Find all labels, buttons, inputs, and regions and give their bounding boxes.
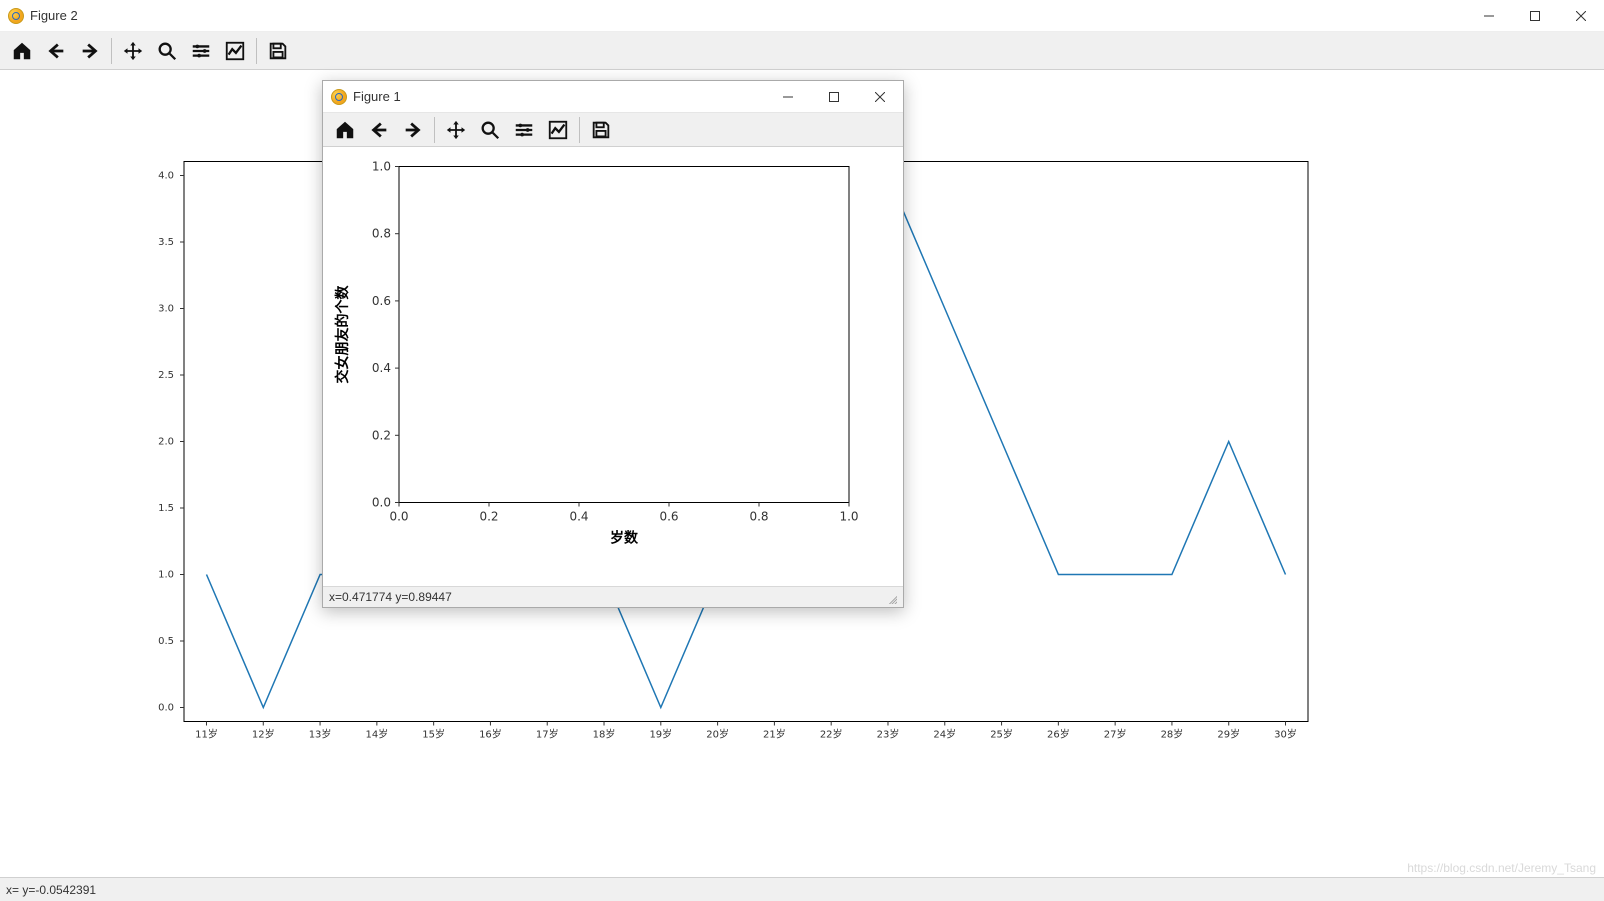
svg-text:23岁: 23岁 — [877, 728, 900, 741]
svg-text:0.4: 0.4 — [569, 510, 588, 524]
main-titlebar: Figure 2 — [0, 0, 1604, 32]
svg-text:1.0: 1.0 — [372, 160, 391, 174]
svg-text:0.0: 0.0 — [372, 496, 391, 510]
toolbar-separator — [579, 117, 580, 143]
sub-toolbar — [323, 113, 903, 147]
svg-text:15岁: 15岁 — [422, 728, 445, 741]
zoom-button[interactable] — [151, 35, 183, 67]
sub-axes-edit-button[interactable] — [542, 114, 574, 146]
forward-button[interactable] — [74, 35, 106, 67]
svg-text:交女朋友的个数: 交女朋友的个数 — [334, 285, 351, 384]
svg-text:0.6: 0.6 — [372, 294, 391, 308]
svg-text:21岁: 21岁 — [763, 728, 786, 741]
app-icon — [8, 8, 24, 24]
watermark: https://blog.csdn.net/Jeremy_Tsang — [1407, 861, 1596, 875]
svg-text:17岁: 17岁 — [536, 728, 559, 741]
svg-text:14岁: 14岁 — [365, 728, 388, 741]
main-status-text: x= y=-0.0542391 — [6, 883, 96, 897]
svg-text:1.0: 1.0 — [158, 570, 174, 581]
sub-close-button[interactable] — [857, 81, 903, 113]
figure-1-window[interactable]: Figure 1 — [322, 80, 904, 608]
axes-edit-button[interactable] — [219, 35, 251, 67]
svg-text:0.0: 0.0 — [389, 510, 408, 524]
figure-1-plot: 0.0 0.2 0.4 0.6 0.8 1.0 0.0 0.2 0.4 0.6 0.8 1.0 岁数… — [323, 147, 903, 586]
window-title: Figure 2 — [30, 8, 78, 23]
svg-text:16岁: 16岁 — [479, 728, 502, 741]
svg-text:0.8: 0.8 — [372, 227, 391, 241]
svg-text:2.0: 2.0 — [158, 437, 174, 448]
sub-window-title: Figure 1 — [353, 89, 401, 104]
svg-text:12岁: 12岁 — [252, 728, 275, 741]
svg-text:岁数: 岁数 — [610, 530, 639, 547]
pan-button[interactable] — [117, 35, 149, 67]
toolbar-separator — [111, 38, 112, 64]
svg-text:19岁: 19岁 — [649, 728, 672, 741]
toolbar-separator — [434, 117, 435, 143]
svg-text:4.0: 4.0 — [158, 171, 174, 182]
back-button[interactable] — [40, 35, 72, 67]
svg-text:0.5: 0.5 — [158, 636, 174, 647]
sub-save-button[interactable] — [585, 114, 617, 146]
sub-titlebar[interactable]: Figure 1 — [323, 81, 903, 113]
svg-text:29岁: 29岁 — [1217, 728, 1240, 741]
resize-grip-icon[interactable] — [883, 590, 897, 604]
sub-maximize-button[interactable] — [811, 81, 857, 113]
app-icon — [331, 89, 347, 105]
svg-text:0.8: 0.8 — [749, 510, 768, 524]
svg-text:1.0: 1.0 — [839, 510, 858, 524]
svg-text:0.0: 0.0 — [158, 703, 174, 714]
toolbar-separator — [256, 38, 257, 64]
svg-text:0.4: 0.4 — [372, 361, 391, 375]
sub-home-button[interactable] — [329, 114, 361, 146]
sub-status-text: x=0.471774 y=0.89447 — [329, 590, 452, 604]
sub-pan-button[interactable] — [440, 114, 472, 146]
sub-zoom-button[interactable] — [474, 114, 506, 146]
sub-back-button[interactable] — [363, 114, 395, 146]
svg-text:28岁: 28岁 — [1161, 728, 1184, 741]
sub-plot-canvas[interactable]: 0.0 0.2 0.4 0.6 0.8 1.0 0.0 0.2 0.4 0.6 0.8 1.0 岁数… — [323, 147, 903, 586]
sub-minimize-button[interactable] — [765, 81, 811, 113]
maximize-button[interactable] — [1512, 0, 1558, 32]
svg-text:20岁: 20岁 — [706, 728, 729, 741]
svg-text:2.5: 2.5 — [158, 370, 174, 381]
svg-text:1.5: 1.5 — [158, 503, 174, 514]
main-statusbar: x= y=-0.0542391 — [0, 877, 1604, 901]
save-button[interactable] — [262, 35, 294, 67]
sub-subplots-button[interactable] — [508, 114, 540, 146]
svg-text:11岁: 11岁 — [195, 728, 218, 741]
subplots-button[interactable] — [185, 35, 217, 67]
main-toolbar — [0, 32, 1604, 70]
svg-text:3.0: 3.0 — [158, 304, 174, 315]
svg-text:27岁: 27岁 — [1104, 728, 1127, 741]
home-button[interactable] — [6, 35, 38, 67]
svg-text:30岁: 30岁 — [1274, 728, 1297, 741]
sub-statusbar: x=0.471774 y=0.89447 — [323, 586, 903, 607]
svg-text:3.5: 3.5 — [158, 237, 174, 248]
svg-text:24岁: 24岁 — [933, 728, 956, 741]
minimize-button[interactable] — [1466, 0, 1512, 32]
svg-text:0.2: 0.2 — [372, 428, 391, 442]
svg-text:22岁: 22岁 — [820, 728, 843, 741]
svg-text:13岁: 13岁 — [309, 728, 332, 741]
svg-text:18岁: 18岁 — [593, 728, 616, 741]
svg-text:0.6: 0.6 — [659, 510, 678, 524]
sub-forward-button[interactable] — [397, 114, 429, 146]
svg-text:0.2: 0.2 — [479, 510, 498, 524]
svg-text:25岁: 25岁 — [990, 728, 1013, 741]
close-button[interactable] — [1558, 0, 1604, 32]
svg-text:26岁: 26岁 — [1047, 728, 1070, 741]
